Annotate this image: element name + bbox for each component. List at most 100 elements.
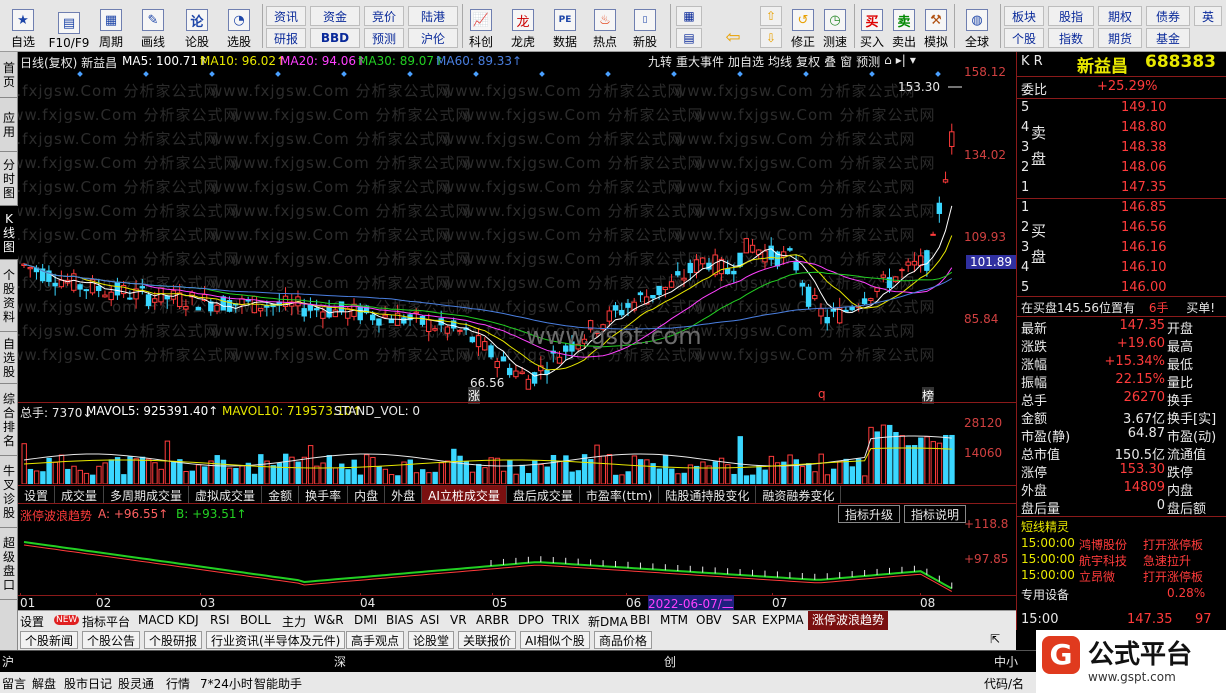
bid-price-3[interactable]: 146.16 [1121,240,1226,258]
toolbar-forecast-button[interactable]: 预测 [364,28,404,48]
indicator-tab-9[interactable]: DMI [354,613,377,627]
indicator-tab-10[interactable]: BIAS [386,613,414,627]
sub-tab-8[interactable]: AI立桩成交量 [422,486,507,503]
news-tab-3[interactable]: 行业资讯(半导体及元件) [206,631,346,649]
toolbar-speed-button[interactable]: ◷ 测速 [818,4,852,50]
indicator-tab-4[interactable]: KDJ [178,613,199,627]
toolbar-sector-button[interactable]: 板块 [1004,6,1044,26]
indicator-tab-15[interactable]: TRIX [552,613,579,627]
toolbar-pick-button[interactable]: ◔ 选股 [222,4,256,50]
ask-price-1[interactable]: 147.35 [1121,180,1226,198]
sub-tab-6[interactable]: 内盘 [348,486,386,503]
toolbar-undo-button[interactable]: ↺ 修正 [786,4,820,50]
toolbar-up-button[interactable]: ⇧ [760,6,782,26]
toolbar-auction-button[interactable]: 竞价 [364,6,404,26]
indicator-help-button[interactable]: 指标说明 [904,505,966,523]
news-tab-7[interactable]: AI相似个股 [520,631,590,649]
sub-tab-0[interactable]: 设置 [18,486,56,503]
toolbar-buy-button[interactable]: 买 买入 [856,4,888,50]
indicator-tab-19[interactable]: OBV [696,613,722,627]
indicator-tab-21[interactable]: EXPMA [762,613,804,627]
toolbar-indexes-button[interactable]: 指数 [1048,28,1094,48]
indicator-tab-0[interactable]: 设置 [20,613,44,630]
toolbar-grid-button[interactable]: ▦ [676,6,702,26]
toolbar-shlon-button[interactable]: 沪伦 [408,28,458,48]
toolbar-options-button[interactable]: 期权 [1098,6,1142,26]
sub-tab-7[interactable]: 外盘 [385,486,423,503]
indicator-tab-22[interactable]: 涨停波浪趋势 [808,611,889,630]
toolbar-research-button[interactable]: 研报 [266,28,306,48]
left-tab-ranking[interactable]: 综合排名 [0,384,18,456]
news-tab-2[interactable]: 个股研报 [144,631,203,649]
news-tab-8[interactable]: 商品价格 [594,631,653,649]
toolbar-global-button[interactable]: ◍ 全球 [958,4,996,50]
indicator-tab-5[interactable]: RSI [210,613,230,627]
toolbar-dragon-button[interactable]: 龙 龙虎 [506,4,540,50]
bottom-link-2[interactable]: 股市日记 [64,675,112,692]
sub-tab-11[interactable]: 陆股通持股变化 [659,486,757,503]
indicator-tab-6[interactable]: BOLL [240,613,271,627]
toolbar-back-button[interactable]: ⇦ [716,4,750,50]
bottom-link-4[interactable]: 行情 [166,675,190,692]
bottom-link-5[interactable]: 7*24小时 [200,675,253,692]
event-mark-q[interactable]: q [818,387,826,401]
ask-price-4[interactable]: 148.80 [1121,120,1226,138]
toolbar-list-button[interactable]: ▤ [676,28,702,48]
sub-tab-2[interactable]: 多周期成交量 [104,486,190,503]
bid-price-4[interactable]: 146.10 [1121,260,1226,278]
toolbar-draw-button[interactable]: ✎ 画线 [136,4,170,50]
indicator-tab-14[interactable]: DPO [518,613,544,627]
sub-tab-10[interactable]: 市盈率(ttm) [580,486,660,503]
indicator-tab-3[interactable]: MACD [138,613,174,627]
code-search-label[interactable]: 代码/名 [984,675,1024,692]
news-tab-1[interactable]: 个股公告 [82,631,141,649]
indicator-tab-18[interactable]: MTM [660,613,688,627]
bottom-link-1[interactable]: 解盘 [32,675,56,692]
toolbar-hk-button[interactable]: 陆港 [408,6,458,26]
toolbar-data-button[interactable]: PE 数据 [548,4,582,50]
left-tab-apps[interactable]: 应用 [0,98,18,152]
kline-chart-area[interactable]: www.fxjgsw.Com 分析家公式网www.fxjgsw.Com 分析家公… [18,52,1016,610]
toolbar-favorites-button[interactable]: ★ 自选 [6,4,40,50]
toolbar-discuss-button[interactable]: 论 论股 [180,4,214,50]
toolbar-period-button[interactable]: ▦ 周期 [94,4,128,50]
sub-tab-3[interactable]: 虚拟成交量 [189,486,263,503]
indicator-tab-2[interactable]: 指标平台 [82,613,130,630]
ask-price-3[interactable]: 148.38 [1121,140,1226,158]
bottom-link-6[interactable]: 智能助手 [254,675,302,692]
left-tab-home[interactable]: 首页 [0,52,18,98]
ask-price-5[interactable]: 149.10 [1121,100,1226,118]
sub-tab-5[interactable]: 换手率 [299,486,349,503]
sub-tab-4[interactable]: 金额 [262,486,300,503]
toolbar-bbd-button[interactable]: BBD [310,28,360,48]
sub-tab-12[interactable]: 融资融券变化 [756,486,842,503]
news-tab-6[interactable]: 关联报价 [458,631,517,649]
left-tab-diagnose[interactable]: 牛叉诊股 [0,456,18,528]
left-tab-watchlist[interactable]: 自选股 [0,332,18,384]
left-tab-superbook[interactable]: 超级盘口 [0,528,18,600]
indicator-tab-1[interactable]: NEW [54,615,80,625]
status-sh[interactable]: 沪 [2,653,14,670]
toolbar-hot-button[interactable]: ♨ 热点 [588,4,622,50]
ask-price-2[interactable]: 148.06 [1121,160,1226,178]
toolbar-f10-button[interactable]: ▤ F10/F9 [46,4,92,50]
left-tab-profile[interactable]: 个股资料 [0,260,18,332]
toolbar-futures-button[interactable]: 期货 [1098,28,1142,48]
sub-tab-1[interactable]: 成交量 [55,486,105,503]
bid-price-1[interactable]: 146.85 [1121,200,1226,218]
toolbar-down-button[interactable]: ⇩ [760,28,782,48]
indicator-tab-16[interactable]: 新DMA [588,613,628,630]
toolbar-ipo-button[interactable]: ▯ 新股 [628,4,662,50]
left-tab-timeshare[interactable]: 分时图 [0,152,18,206]
toolbar-bonds-button[interactable]: 债券 [1146,6,1190,26]
indicator-tab-13[interactable]: ARBR [476,613,509,627]
toolbar-index-futures-button[interactable]: 股指 [1048,6,1094,26]
collapse-icon[interactable]: ⇱ [990,632,1000,646]
bid-price-2[interactable]: 146.56 [1121,220,1226,238]
indicator-tab-11[interactable]: ASI [420,613,439,627]
toolbar-sell-button[interactable]: 卖 卖出 [888,4,920,50]
toolbar-sim-button[interactable]: ⚒ 模拟 [920,4,952,50]
toolbar-uk-button[interactable]: 英 [1194,6,1222,26]
sub-tab-9[interactable]: 盘后成交量 [507,486,580,503]
indicator-tab-7[interactable]: 主力 [282,613,306,630]
